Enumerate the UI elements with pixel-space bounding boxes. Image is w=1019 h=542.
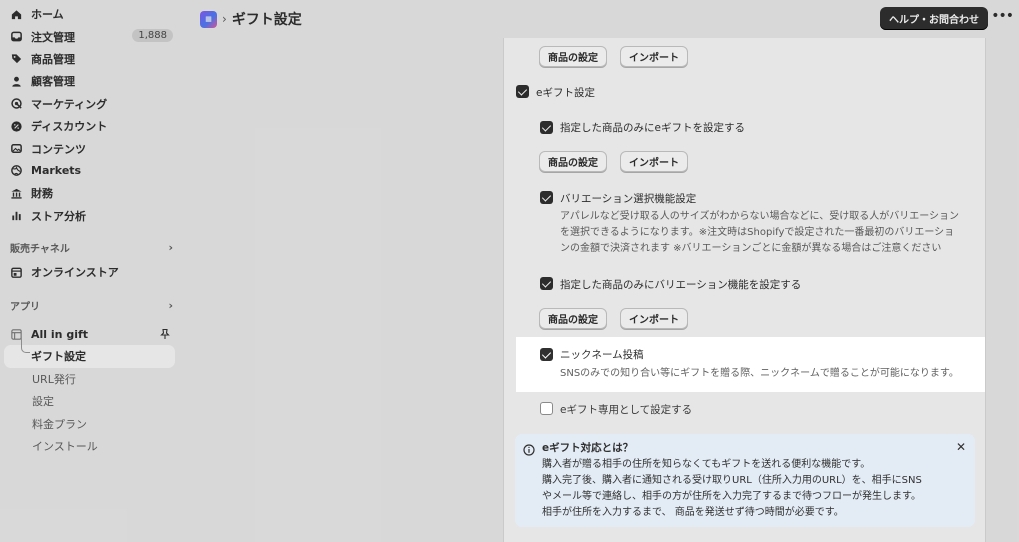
orders-count-badge: 1,888 [132, 29, 173, 43]
specified-products-egift-checkbox[interactable] [540, 121, 553, 134]
home-icon [10, 8, 23, 21]
egift-only-label: eギフト専用として設定する [560, 404, 693, 416]
app-logo-icon: ▦ [200, 10, 217, 28]
sidebar-subitem-install[interactable]: インストール [0, 435, 185, 457]
sales-channels-label: 販売チャネル [10, 244, 70, 256]
sidebar-item-analytics[interactable]: ストア分析 [0, 205, 185, 227]
sidebar-item-label: オンラインストア [31, 266, 119, 280]
sidebar-item-content[interactable]: コンテンツ [0, 137, 185, 159]
bank-icon [10, 187, 23, 200]
sidebar-item-label: 顧客管理 [31, 75, 75, 89]
close-icon[interactable]: ✕ [956, 440, 966, 454]
store-icon [10, 266, 23, 279]
import-button[interactable]: インポート [620, 308, 688, 329]
sidebar-item-label: マーケティング [31, 97, 108, 111]
page-title: ギフト設定 [231, 12, 302, 28]
sidebar-item-home[interactable]: ホーム [0, 3, 185, 25]
variation-checkbox[interactable] [540, 191, 553, 204]
variation-description: アパレルなど受け取る人のサイズがわからない場合などに、受け取る人がバリエーション… [560, 209, 959, 257]
product-settings-button[interactable]: 商品の設定 [539, 151, 607, 172]
sidebar-item-products[interactable]: 商品管理 [0, 48, 185, 70]
sidebar-item-label: 財務 [31, 187, 53, 201]
target-icon [10, 97, 23, 110]
sales-channels-header[interactable]: 販売チャネル › [0, 239, 185, 257]
egift-setting-label: eギフト設定 [536, 87, 595, 99]
inbox-icon [10, 30, 23, 43]
sidebar-item-label: コンテンツ [31, 142, 86, 156]
sidebar-subitem-url[interactable]: URL発行 [0, 368, 185, 390]
sidebar-item-label: ストア分析 [31, 209, 86, 223]
egift-info-banner: eギフト対応とは？ ✕ 購入者が贈る相手の住所を知らなくてもギフトを送れる便利な… [515, 434, 975, 527]
tree-connector [21, 337, 30, 354]
subitem-label: URL発行 [32, 372, 76, 386]
subitem-label: 設定 [32, 395, 54, 409]
sidebar-subitem-gift-settings[interactable]: ギフト設定 [4, 337, 175, 368]
banner-body: 購入者が贈る相手の住所を知らなくてもギフトを送れる便利な機能です。 購入完了後、… [542, 457, 942, 521]
sidebar-item-marketing[interactable]: マーケティング [0, 93, 185, 115]
sidebar-item-finance[interactable]: 財務 [0, 182, 185, 204]
sidebar-item-orders[interactable]: 注文管理 1,888 [0, 25, 185, 47]
nickname-checkbox[interactable] [540, 348, 553, 361]
chevron-right-icon: › [168, 241, 173, 255]
person-icon [10, 75, 23, 88]
subitem-label: ギフト設定 [31, 350, 86, 364]
nickname-highlight-area [516, 337, 985, 392]
apps-header[interactable]: アプリ › [0, 296, 185, 314]
app-name: All in gift [31, 327, 89, 341]
sidebar-item-label: 商品管理 [31, 52, 75, 66]
more-actions-icon[interactable]: ••• [991, 8, 1014, 24]
globe-icon [10, 164, 23, 177]
bar-chart-icon [10, 209, 23, 222]
description-line: ンの金額で決済されます ※バリエーションごとに金額が異なる場合はご注意ください [560, 243, 942, 254]
discount-icon [10, 120, 23, 133]
chevron-right-icon: › [168, 298, 173, 312]
import-button[interactable]: インポート [620, 46, 688, 67]
description-line: を選択できるようになります。※注文時はShopifyで設定された一番最初のバリエ… [560, 227, 955, 238]
sidebar-subitem-pricing[interactable]: 料金プラン [0, 412, 185, 434]
banner-line: 購入完了後、購入者に通知される受け取りURL（住所入力用のURL）を、相手にSN… [542, 475, 922, 486]
sidebar-item-online-store[interactable]: オンラインストア [0, 261, 185, 283]
banner-title: eギフト対応とは？ [542, 442, 634, 454]
sidebar-item-label: ディスカウント [31, 120, 108, 134]
description-line: アパレルなど受け取る人のサイズがわからない場合などに、受け取る人がバリエーション [560, 211, 959, 222]
sidebar-item-customers[interactable]: 顧客管理 [0, 70, 185, 92]
info-icon [523, 441, 535, 456]
subitem-label: インストール [32, 440, 98, 454]
image-icon [10, 142, 23, 155]
sidebar-subitem-settings[interactable]: 設定 [0, 390, 185, 412]
breadcrumb-chevron-icon: › [222, 12, 227, 26]
variation-label: バリエーション選択機能設定 [560, 193, 697, 205]
specified-products-variation-label: 指定した商品のみにバリエーション機能を設定する [560, 279, 802, 291]
sidebar-item-label: ホーム [31, 8, 64, 22]
pin-icon[interactable] [159, 328, 171, 340]
sidebar-item-label: Markets [31, 164, 82, 178]
specified-products-egift-label: 指定した商品のみにeギフトを設定する [560, 122, 745, 134]
egift-setting-checkbox[interactable] [516, 85, 529, 98]
sidebar-item-discounts[interactable]: ディスカウント [0, 115, 185, 137]
egift-only-checkbox[interactable] [540, 402, 553, 415]
product-settings-button[interactable]: 商品の設定 [539, 308, 607, 329]
specified-products-variation-checkbox[interactable] [540, 277, 553, 290]
banner-line: やメール等で連絡し、相手の方が住所を入力完了するまで待つフローが発生します。 [542, 491, 921, 502]
tag-icon [10, 52, 23, 65]
banner-line: 購入者が贈る相手の住所を知らなくてもギフトを送れる便利な機能です。 [542, 459, 871, 470]
sidebar-item-label: 注文管理 [31, 30, 75, 44]
topbar: ▦ › ギフト設定 ヘルプ・お問合わせ ••• [185, 0, 1019, 38]
nickname-description: SNSのみでの知り合い等にギフトを贈る際、ニックネームで贈ることが可能になります… [560, 368, 959, 379]
sidebar: ホーム 注文管理 1,888 商品管理 顧客管理 マーケティング ディスカウント… [0, 0, 185, 542]
banner-line: 相手が住所を入力するまで、 商品を発送せず待つ時間が必要です。 [542, 507, 844, 518]
product-settings-button[interactable]: 商品の設定 [539, 46, 607, 67]
subitem-label: 料金プラン [32, 417, 87, 431]
nickname-label: ニックネーム投稿 [560, 349, 644, 361]
help-contact-button[interactable]: ヘルプ・お問合わせ [880, 7, 988, 30]
apps-label: アプリ [10, 301, 40, 313]
import-button[interactable]: インポート [620, 151, 688, 172]
sidebar-item-markets[interactable]: Markets [0, 160, 185, 182]
